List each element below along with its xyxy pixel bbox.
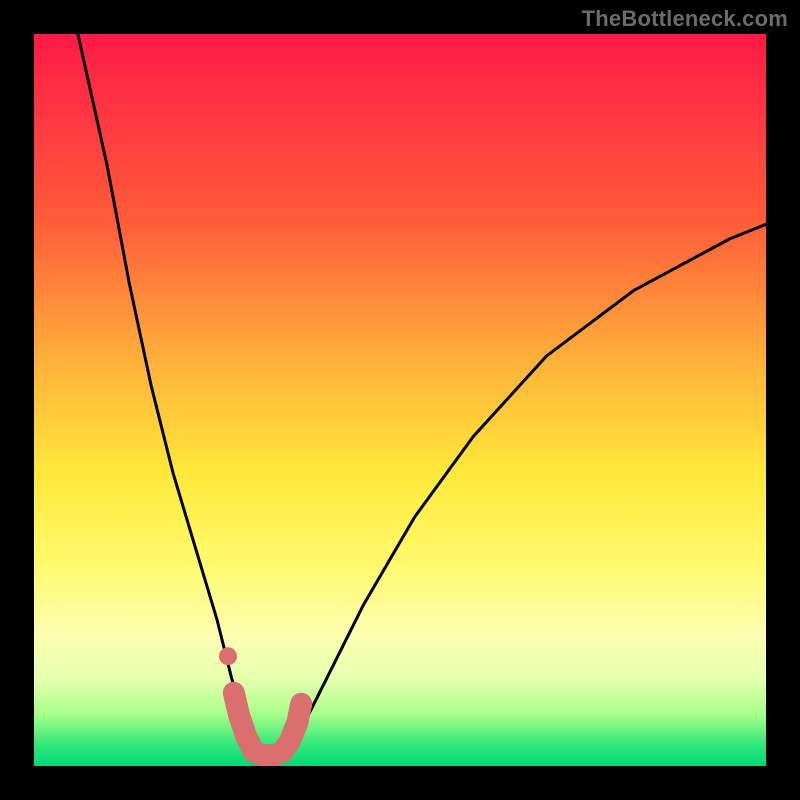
bottleneck-curve bbox=[78, 34, 766, 755]
plot-area bbox=[34, 34, 766, 766]
highlight-region bbox=[234, 693, 301, 755]
watermark-text: TheBottleneck.com bbox=[582, 6, 788, 32]
highlight-dot bbox=[219, 647, 237, 665]
chart-frame: TheBottleneck.com bbox=[0, 0, 800, 800]
curve-layer bbox=[34, 34, 766, 766]
